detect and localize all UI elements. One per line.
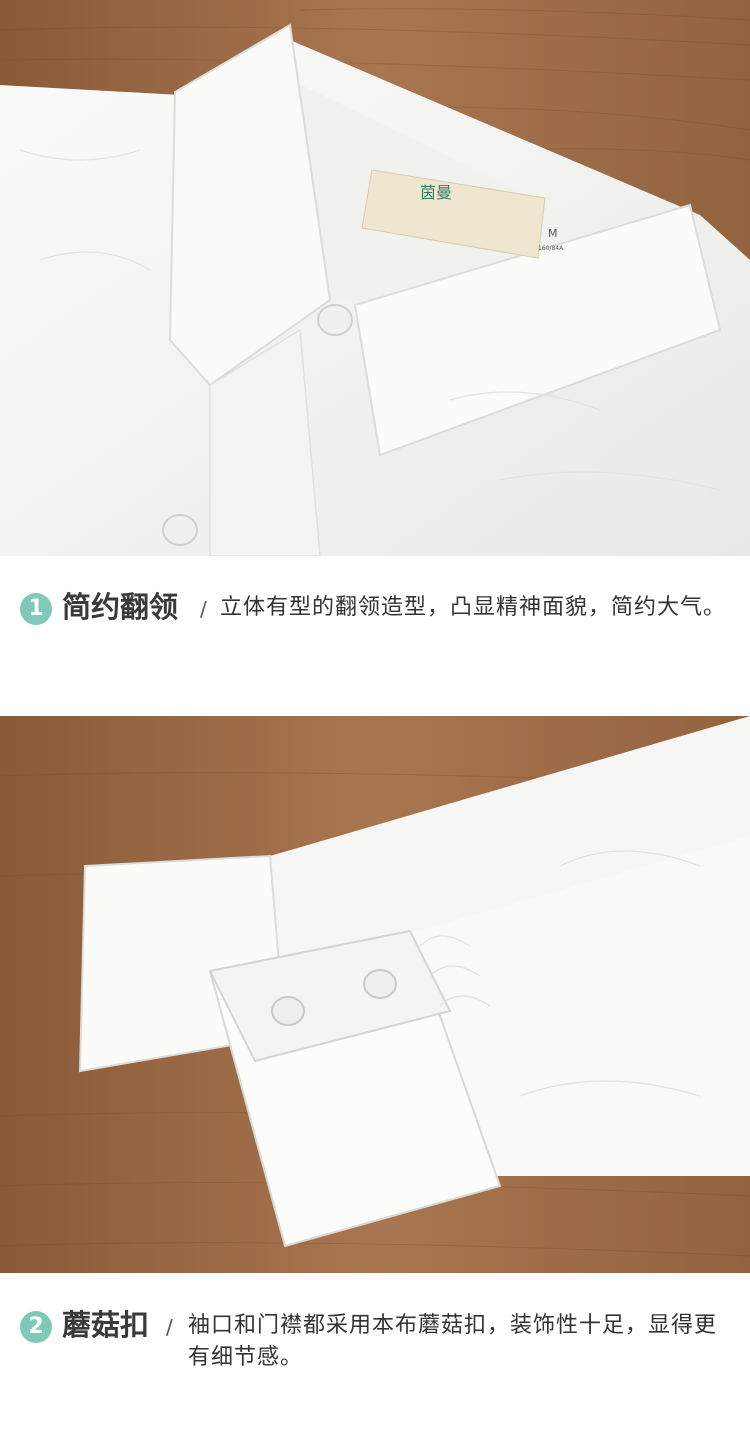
label-brand: 茵曼 — [420, 183, 452, 202]
cuff-button — [363, 969, 397, 999]
cuff-illustration — [0, 716, 750, 1273]
feature-title: 简约翻领 — [62, 590, 179, 624]
collar-illustration: 茵曼 M 160/84A — [0, 0, 750, 556]
collar-photo: 茵曼 M 160/84A — [0, 0, 750, 556]
feature-title: 蘑菇扣 — [62, 1308, 150, 1342]
cuff-button — [271, 996, 305, 1026]
feature-description: 袖口和门襟都采用本布蘑菇扣，装饰性十足，显得更有细节感。 — [188, 1313, 718, 1370]
feature-number-badge: 2 — [20, 1311, 52, 1343]
cuff-photo — [0, 716, 750, 1273]
placket-button — [162, 514, 198, 546]
feature-separator: / — [166, 1315, 173, 1339]
feature-button: 2 蘑菇扣 / 袖口和门襟都采用本布蘑菇扣，装饰性十足，显得更有细节感。 — [0, 1298, 750, 1408]
feature-collar: 1 简约翻领 / 立体有型的翻领造型，凸显精神面貌，简约大气。 — [0, 580, 750, 690]
feature-description: 立体有型的翻领造型，凸显精神面貌，简约大气。 — [220, 595, 727, 620]
label-size: M — [548, 227, 558, 240]
feature-number-badge: 1 — [20, 593, 52, 625]
feature-separator: / — [200, 597, 207, 621]
collar-button — [317, 304, 353, 336]
label-spec: 160/84A — [538, 245, 564, 252]
